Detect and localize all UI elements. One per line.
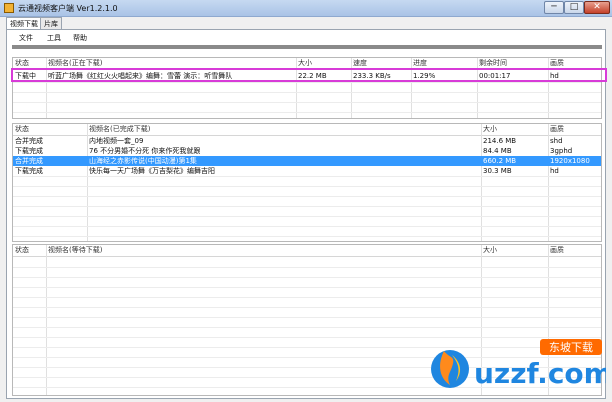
- uzzf-watermark-logo: 东坡下载 uzzf.com: [431, 339, 606, 390]
- completed-header: 状态 视频名(已完成下载) 大小 画质: [13, 124, 601, 136]
- menu-bar: 文件 工具 帮助: [7, 30, 605, 44]
- row-name: 76 不分男婚不分死 你来作死我就跟: [89, 147, 201, 155]
- minimize-button[interactable]: ─: [544, 1, 564, 14]
- menu-help[interactable]: 帮助: [73, 33, 87, 43]
- row-status: 合并完成: [15, 137, 43, 145]
- col-status[interactable]: 状态: [15, 124, 29, 134]
- row-quality: shd: [550, 137, 563, 145]
- col-name[interactable]: 视频名(正在下载): [48, 58, 102, 68]
- menu-file[interactable]: 文件: [19, 33, 33, 43]
- row-size: 84.4 MB: [483, 147, 512, 155]
- maximize-button[interactable]: □: [564, 1, 584, 14]
- col-size[interactable]: 大小: [298, 58, 312, 68]
- col-quality[interactable]: 画质: [550, 245, 564, 255]
- brand-text: uzzf.com: [474, 357, 606, 390]
- row-status: 下载完成: [15, 167, 43, 175]
- row-name: 快乐每一天广场舞《万吉梨花》编舞吉阳: [89, 167, 215, 175]
- table-row-selected[interactable]: 合并完成 山海经之赤影传说(中国动漫)第1集 660.2 MB 1920x108…: [13, 156, 601, 166]
- col-size[interactable]: 大小: [483, 124, 497, 134]
- table-row[interactable]: 下载完成 快乐每一天广场舞《万吉梨花》编舞吉阳 30.3 MB hd: [13, 166, 601, 176]
- close-button[interactable]: ✕: [584, 1, 610, 14]
- title-bar: 云通视频客户端 Ver1.2.1.0 ─ □ ✕: [0, 0, 612, 17]
- annotation-highlight-box: [11, 68, 607, 82]
- tab-library[interactable]: 片库: [40, 17, 62, 29]
- col-progress[interactable]: 进度: [413, 58, 427, 68]
- row-quality: 1920x1080: [550, 157, 590, 165]
- row-quality: hd: [550, 167, 559, 175]
- col-name[interactable]: 视频名(等待下载): [48, 245, 102, 255]
- queued-header: 状态 视频名(等待下载) 大小 画质: [13, 245, 601, 257]
- row-name: 内地视频一套_09: [89, 137, 144, 145]
- row-size: 214.6 MB: [483, 137, 517, 145]
- completed-table[interactable]: 状态 视频名(已完成下载) 大小 画质 合并完成 内地视频一套_09 214.6…: [12, 123, 602, 242]
- col-quality[interactable]: 画质: [550, 124, 564, 134]
- menu-tools[interactable]: 工具: [47, 33, 61, 43]
- app-icon: [4, 3, 14, 13]
- table-row[interactable]: 合并完成 内地视频一套_09 214.6 MB shd: [13, 136, 601, 146]
- downloading-table[interactable]: 状态 视频名(正在下载) 大小 速度 进度 剩余时间 画质 下载中 听蓝广场舞《…: [12, 57, 602, 119]
- toolbar-strip: [12, 45, 602, 49]
- row-size: 30.3 MB: [483, 167, 512, 175]
- row-status: 合并完成: [15, 157, 43, 165]
- col-quality[interactable]: 画质: [550, 58, 564, 68]
- col-remaining[interactable]: 剩余时间: [479, 58, 507, 68]
- col-status[interactable]: 状态: [15, 245, 29, 255]
- col-status[interactable]: 状态: [15, 58, 29, 68]
- row-status: 下载完成: [15, 147, 43, 155]
- table-row[interactable]: 下载完成 76 不分男婚不分死 你来作死我就跟 84.4 MB 3gphd: [13, 146, 601, 156]
- row-name: 山海经之赤影传说(中国动漫)第1集: [89, 157, 197, 165]
- col-name[interactable]: 视频名(已完成下载): [89, 124, 150, 134]
- row-size: 660.2 MB: [483, 157, 517, 165]
- window-title: 云通视频客户端 Ver1.2.1.0: [18, 4, 118, 13]
- app-window: 云通视频客户端 Ver1.2.1.0 ─ □ ✕ 视频下载 片库 文件 工具 帮…: [0, 0, 612, 402]
- col-size[interactable]: 大小: [483, 245, 497, 255]
- badge-text: 东坡下载: [549, 341, 593, 354]
- col-speed[interactable]: 速度: [353, 58, 367, 68]
- row-quality: 3gphd: [550, 147, 573, 155]
